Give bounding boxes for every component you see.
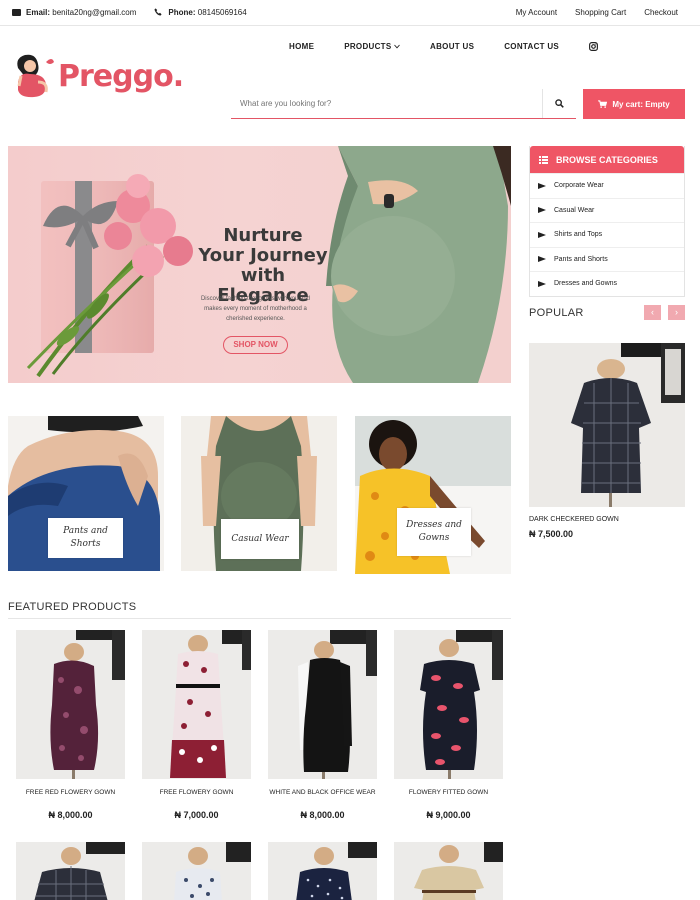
- nav-about-us[interactable]: ABOUT US: [430, 42, 474, 53]
- arrow-right-icon: [538, 207, 546, 214]
- arrow-right-icon: [538, 256, 546, 263]
- product-image[interactable]: [394, 630, 503, 779]
- category-item-casual-wear[interactable]: Casual Wear: [530, 197, 684, 223]
- main-nav: HOME PRODUCTS ABOUT US CONTACT US: [289, 42, 599, 53]
- popular-product-name[interactable]: DARK CHECKERED GOWN: [529, 516, 619, 523]
- product-price: ₦ 8,000.00: [48, 810, 93, 820]
- search-bar: [231, 89, 576, 119]
- tile-label: Casual Wear: [221, 519, 299, 559]
- product-name[interactable]: FREE RED FLOWERY GOWN: [16, 789, 125, 796]
- browse-categories-title: BROWSE CATEGORIES: [556, 154, 658, 165]
- nav-home[interactable]: HOME: [289, 42, 314, 53]
- popular-product-image[interactable]: [529, 343, 685, 507]
- brand-name: Preggo.: [58, 58, 184, 94]
- product-image[interactable]: [394, 842, 503, 900]
- phone-value[interactable]: 08145069164: [198, 8, 247, 17]
- search-button[interactable]: [542, 89, 576, 118]
- category-item-shirts-and-tops[interactable]: Shirts and Tops: [530, 222, 684, 247]
- product-image[interactable]: [142, 630, 251, 779]
- account-links: My Account Shopping Cart Checkout: [516, 8, 678, 17]
- arrow-right-icon: [538, 280, 546, 287]
- product-image[interactable]: [268, 630, 377, 779]
- category-label: Shirts and Tops: [554, 231, 603, 239]
- product-image[interactable]: [16, 630, 125, 779]
- email-info: Email: benita20ng@gmail.com: [12, 8, 136, 17]
- tile-label: Pants and Shorts: [48, 518, 123, 558]
- phone-info: Phone: 08145069164: [154, 8, 247, 17]
- nav-contact-us[interactable]: CONTACT US: [504, 42, 559, 53]
- shopping-cart-link[interactable]: Shopping Cart: [575, 8, 626, 17]
- category-label: Dresses and Gowns: [554, 280, 618, 288]
- popular-title: POPULAR: [529, 307, 584, 319]
- dress-image: [529, 343, 685, 507]
- product-card[interactable]: FLOWERY FITTED GOWN ₦ 9,000.00: [394, 630, 503, 820]
- category-label: Pants and Shorts: [554, 255, 608, 263]
- checkout-link[interactable]: Checkout: [644, 8, 678, 17]
- phone-icon: [154, 8, 163, 16]
- product-name[interactable]: FLOWERY FITTED GOWN: [394, 789, 503, 796]
- my-cart-button[interactable]: My cart: Empty: [583, 89, 685, 119]
- email-label: Email:: [26, 8, 51, 17]
- nav-products-label: PRODUCTS: [344, 42, 392, 51]
- pregnant-woman-logo-icon: [17, 54, 54, 98]
- product-card[interactable]: WHITE AND BLACK OFFICE WEAR ₦ 8,000.00: [268, 630, 377, 820]
- search-icon: [555, 99, 564, 108]
- carousel-next-button[interactable]: ›: [668, 305, 685, 320]
- carousel-prev-button[interactable]: ‹: [644, 305, 661, 320]
- cart-label: My cart: Empty: [612, 99, 670, 109]
- category-item-dresses-and-gowns[interactable]: Dresses and Gowns: [530, 271, 684, 296]
- category-label: Casual Wear: [554, 206, 595, 214]
- list-icon: [539, 155, 548, 164]
- instagram-icon[interactable]: [589, 42, 599, 53]
- product-card[interactable]: FREE FLOWERY GOWN ₦ 7,000.00: [142, 630, 251, 820]
- search-input[interactable]: [231, 89, 541, 118]
- tile-label: Dresses and Gowns: [397, 508, 471, 556]
- category-tile-casual-wear[interactable]: Casual Wear: [181, 416, 337, 571]
- nav-products[interactable]: PRODUCTS: [344, 42, 400, 53]
- my-account-link[interactable]: My Account: [516, 8, 557, 17]
- category-tile-pants-and-shorts[interactable]: Pants and Shorts: [8, 416, 164, 571]
- popular-product-price: ₦ 7,500.00: [529, 529, 574, 539]
- product-price: ₦ 7,000.00: [174, 810, 219, 820]
- cart-icon: [598, 100, 608, 108]
- category-item-pants-and-shorts[interactable]: Pants and Shorts: [530, 246, 684, 272]
- featured-products-title: FEATURED PRODUCTS: [8, 601, 137, 613]
- divider: [8, 618, 511, 619]
- logo[interactable]: Preggo.: [12, 52, 184, 100]
- browse-categories-panel: BROWSE CATEGORIES Corporate Wear Casual …: [529, 146, 685, 297]
- browse-categories-header: BROWSE CATEGORIES: [530, 146, 684, 173]
- top-bar: Email: benita20ng@gmail.com Phone: 08145…: [0, 0, 700, 26]
- category-label: Corporate Wear: [554, 182, 604, 190]
- arrow-right-icon: [538, 182, 546, 189]
- product-image[interactable]: [142, 842, 251, 900]
- phone-label: Phone:: [168, 8, 196, 17]
- product-card[interactable]: FREE RED FLOWERY GOWN ₦ 8,000.00: [16, 630, 125, 820]
- product-price: ₦ 8,000.00: [300, 810, 345, 820]
- contact-info: Email: benita20ng@gmail.com Phone: 08145…: [12, 8, 247, 17]
- product-price: ₦ 9,000.00: [426, 810, 471, 820]
- popular-carousel-controls: ‹ ›: [644, 305, 685, 320]
- product-name[interactable]: FREE FLOWERY GOWN: [142, 789, 251, 796]
- email-value[interactable]: benita20ng@gmail.com: [52, 8, 136, 17]
- envelope-icon: [12, 9, 21, 16]
- hero-banner: Nurture Your Journey with Elegance Disco…: [8, 146, 511, 383]
- hero-subtitle: Discover fashion that grows with you and…: [200, 296, 311, 322]
- arrow-right-icon: [538, 231, 546, 238]
- shop-now-button[interactable]: SHOP NOW: [223, 336, 288, 354]
- category-item-corporate-wear[interactable]: Corporate Wear: [530, 173, 684, 198]
- product-image[interactable]: [268, 842, 377, 900]
- product-name[interactable]: WHITE AND BLACK OFFICE WEAR: [268, 789, 377, 796]
- product-image[interactable]: [16, 842, 125, 900]
- category-tile-dresses-and-gowns[interactable]: Dresses and Gowns: [355, 416, 511, 574]
- chevron-down-icon: [394, 44, 400, 49]
